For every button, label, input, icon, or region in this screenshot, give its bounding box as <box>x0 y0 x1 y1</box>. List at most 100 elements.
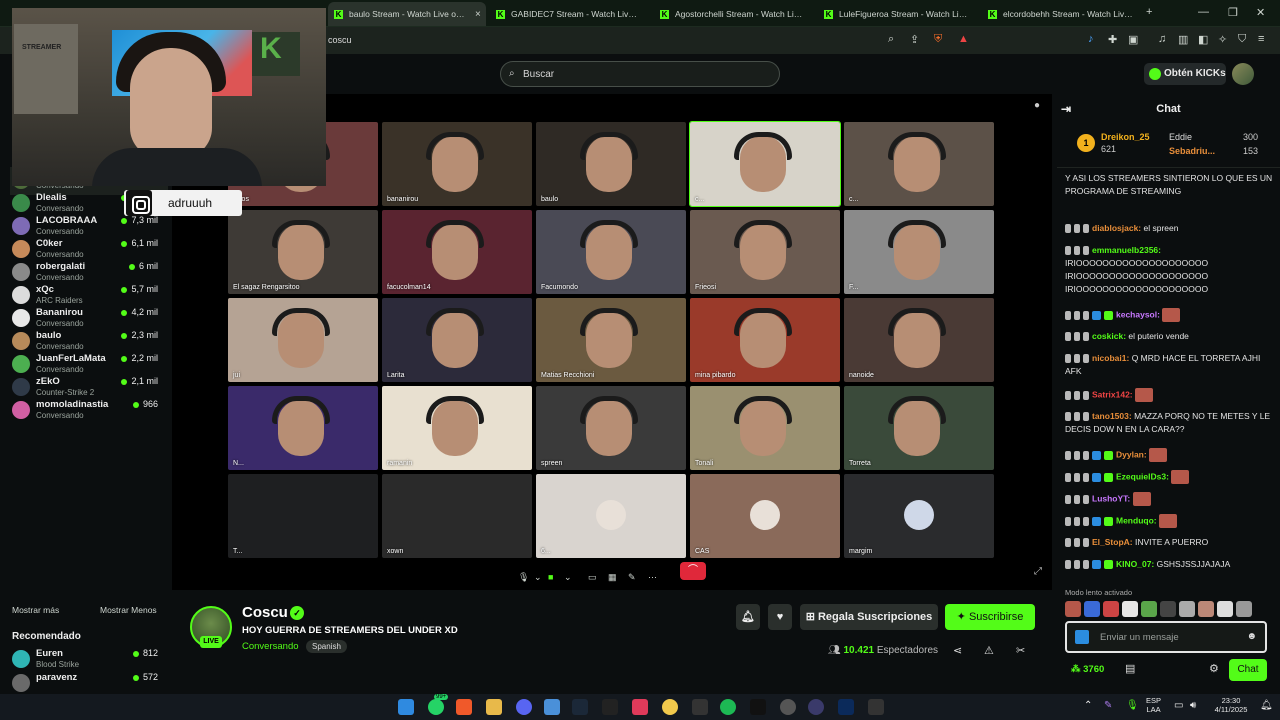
stream-category[interactable]: Conversando <box>242 641 299 652</box>
leo-icon[interactable]: ✧ <box>1218 33 1227 46</box>
participant-tile[interactable]: F... <box>844 210 994 294</box>
browser-tab[interactable]: K baulo Stream - Watch Live on Kick × <box>328 2 486 26</box>
participant-tile[interactable]: baulo <box>536 122 686 206</box>
user-avatar[interactable] <box>1232 63 1254 85</box>
participant-tile[interactable]: Matias Recchioni <box>536 298 686 382</box>
browser-tab[interactable]: K Agostorchelli Stream - Watch Live on K… <box>654 2 814 26</box>
participant-tile[interactable]: El sagaz Rengarsitoo <box>228 210 378 294</box>
epic-games-icon[interactable] <box>868 699 884 715</box>
mod-icon[interactable] <box>1074 224 1080 234</box>
pin-icon[interactable] <box>1065 450 1071 460</box>
rewards-icon[interactable]: ▲ <box>958 33 969 45</box>
participant-tile[interactable]: nanoide <box>844 298 994 382</box>
emote[interactable] <box>1160 601 1176 617</box>
show-less-link[interactable]: Mostrar Menos <box>100 605 157 615</box>
music-icon[interactable]: ♫ <box>1158 33 1166 45</box>
discord-icon[interactable] <box>516 699 532 715</box>
emoji-icon[interactable]: ☻ <box>1246 631 1257 642</box>
tray-overflow-icon[interactable]: ⌃ <box>1084 700 1092 711</box>
emote[interactable] <box>1103 601 1119 617</box>
participant-tile[interactable]: jui <box>228 298 378 382</box>
participant-tile[interactable]: Frieosi <box>690 210 840 294</box>
more-options-icon[interactable]: ⋯ <box>648 572 657 583</box>
chat-username[interactable]: LushoYT: <box>1092 493 1130 503</box>
leader-name[interactable]: Dreikon_25 <box>1101 132 1150 142</box>
chat-username[interactable]: El_StopA: <box>1092 537 1133 547</box>
participant-tile[interactable]: mina pibardo <box>690 298 840 382</box>
mod-icon[interactable] <box>1074 332 1080 342</box>
mod-icon[interactable] <box>1074 310 1080 320</box>
screen-share-icon[interactable]: ▭ <box>588 572 597 583</box>
pin-icon[interactable] <box>1065 494 1071 504</box>
browser-tab[interactable]: K GABIDEC7 Stream - Watch Live on Kick <box>490 2 650 26</box>
mod-icon[interactable] <box>1074 516 1080 526</box>
close-window-icon[interactable]: ✕ <box>1256 6 1265 19</box>
effects-icon[interactable]: ✎ <box>628 572 636 583</box>
obs-icon[interactable] <box>780 699 796 715</box>
pin-icon[interactable] <box>1065 354 1071 364</box>
pin-icon[interactable] <box>1065 246 1071 256</box>
photos-icon[interactable] <box>544 699 560 715</box>
brave-shield-icon[interactable]: ⛨ <box>934 33 942 46</box>
pin-icon[interactable] <box>1065 412 1071 422</box>
mod-icon[interactable] <box>1074 246 1080 256</box>
participant-tile[interactable]: c... <box>844 122 994 206</box>
mic-icon[interactable]: 🎙 <box>518 572 529 583</box>
leader-name[interactable]: Sebadriu... <box>1169 146 1215 156</box>
mod-icon[interactable] <box>1074 538 1080 548</box>
pin-icon[interactable] <box>1065 310 1071 320</box>
share-icon[interactable]: ⇪ <box>910 33 919 46</box>
chat-username[interactable]: KINO_07: <box>1116 559 1154 569</box>
participant-tile[interactable]: margim <box>844 474 994 558</box>
mod-icon[interactable] <box>1074 354 1080 364</box>
fullscreen-icon[interactable]: ⤢ <box>1034 566 1042 577</box>
emote[interactable] <box>1122 601 1138 617</box>
menu-icon[interactable]: ≡ <box>1258 33 1264 45</box>
emote[interactable] <box>1179 601 1195 617</box>
chat-username[interactable]: tano1503: <box>1092 411 1132 421</box>
chat-username[interactable]: EzequielDs3: <box>1116 471 1169 481</box>
sidebar-channel[interactable]: momoladinastia Conversando 966 <box>10 397 168 425</box>
capcut-icon[interactable] <box>692 699 708 715</box>
screenshot-icon[interactable]: ▣ <box>1128 33 1138 46</box>
mod-icon[interactable] <box>1074 472 1080 482</box>
chat-username[interactable]: diablosjack: <box>1092 223 1141 233</box>
mod-icon[interactable] <box>1074 390 1080 400</box>
camera-icon[interactable]: ■ <box>548 572 553 582</box>
settings-icon[interactable]: ⚙ <box>1209 662 1219 675</box>
participant-tile[interactable]: ramanin <box>382 386 532 470</box>
pin-icon[interactable] <box>1065 472 1071 482</box>
collapse-chat-icon[interactable]: ⇥ <box>1061 94 1071 124</box>
mod-icon[interactable] <box>1074 494 1080 504</box>
notifications-button[interactable]: 🔔︎ <box>736 604 760 630</box>
channel-points[interactable]: ⁂ 3760 <box>1071 664 1104 675</box>
emote[interactable] <box>1236 601 1252 617</box>
volume-icon[interactable]: 🔊︎ <box>1190 700 1196 711</box>
emote[interactable] <box>1217 601 1233 617</box>
browser-tab[interactable]: K elcordobehh Stream - Watch Live on Kic… <box>982 2 1142 26</box>
maximize-icon[interactable]: ❐ <box>1228 6 1238 19</box>
participant-tile[interactable]: xown <box>382 474 532 558</box>
participant-tile[interactable]: CAS <box>690 474 840 558</box>
mod-icon[interactable] <box>1074 450 1080 460</box>
app-icon[interactable] <box>808 699 824 715</box>
search-input[interactable]: ⌕ Buscar <box>500 61 780 87</box>
get-kicks-button[interactable]: Obtén KICKs <box>1144 63 1226 85</box>
vpn-icon[interactable]: ⛉ <box>1238 33 1246 46</box>
report-icon[interactable]: ⚠ <box>984 644 994 657</box>
subscribe-button[interactable]: ✦ Suscribirse <box>945 604 1035 630</box>
whatsapp-icon[interactable] <box>428 699 444 715</box>
url-field[interactable]: coscu <box>328 35 352 45</box>
pin-icon[interactable] <box>1065 224 1071 234</box>
spotify-icon[interactable] <box>720 699 736 715</box>
grid-view-icon[interactable]: ▦ <box>608 572 617 583</box>
mod-icon[interactable] <box>1074 412 1080 422</box>
emote[interactable] <box>1141 601 1157 617</box>
chat-username[interactable]: Satrix142: <box>1092 389 1133 399</box>
chat-username[interactable]: Menduqo: <box>1116 515 1157 525</box>
folder-icon[interactable] <box>486 699 502 715</box>
share-icon[interactable]: ⋖ <box>953 644 962 657</box>
participant-tile[interactable]: Larita <box>382 298 532 382</box>
zoom-icon[interactable]: ⌕ <box>888 33 894 46</box>
start-icon[interactable] <box>398 699 414 715</box>
